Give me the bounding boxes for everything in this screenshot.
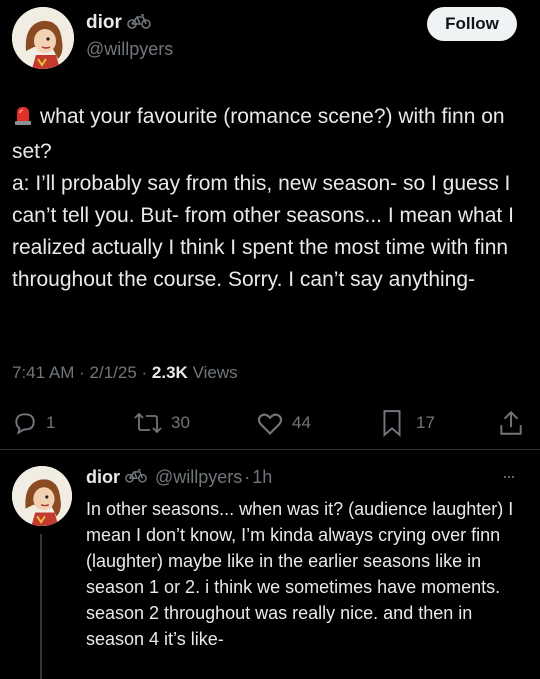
bicycle-icon	[125, 467, 147, 488]
reply-icon	[12, 410, 38, 436]
share-icon	[498, 409, 524, 437]
reply-text: In other seasons... when was it? (audien…	[86, 499, 514, 649]
post-text: what your favourite (romance scene?) wit…	[12, 101, 532, 296]
answer-line: a: I’ll probably say from this, new seas…	[12, 172, 514, 291]
question-line: what your favourite (romance scene?) wit…	[12, 105, 505, 163]
meta-separator: ·	[79, 363, 85, 382]
views-label: Views	[192, 363, 238, 382]
views-count: 2.3K	[151, 363, 188, 382]
author-name-row[interactable]: dior	[86, 12, 151, 34]
reply-count: 1	[46, 413, 56, 432]
author-handle[interactable]: @willpyers	[86, 39, 173, 60]
like-count: 44	[292, 413, 311, 432]
reply-author-avatar[interactable]	[12, 466, 72, 526]
bookmark-icon	[381, 409, 403, 437]
author-avatar[interactable]	[12, 7, 74, 69]
avatar-illustration	[12, 7, 74, 69]
repost-button[interactable]: 30	[133, 407, 190, 439]
follow-button[interactable]: Follow	[427, 7, 517, 41]
author-display-name[interactable]: dior	[86, 12, 122, 34]
repost-icon	[133, 410, 163, 436]
thread-line	[40, 534, 42, 679]
post-time[interactable]: 7:41 AM	[12, 363, 74, 382]
reply-header: dior @willpyers · 1h	[86, 467, 272, 488]
repost-count: 30	[171, 413, 190, 432]
share-button[interactable]	[498, 407, 524, 439]
divider	[0, 449, 540, 450]
avatar-illustration	[12, 466, 72, 526]
reply-author-name[interactable]: dior	[86, 467, 120, 488]
police-light-icon	[12, 104, 34, 136]
more-options-button[interactable]: ···	[502, 466, 516, 487]
bookmark-count: 17	[416, 413, 435, 432]
bookmark-button[interactable]: 17	[381, 407, 435, 439]
reply-time[interactable]: 1h	[252, 467, 272, 488]
bicycle-icon	[127, 13, 151, 34]
reply-separator: ·	[244, 467, 251, 487]
heart-icon	[256, 410, 284, 436]
reply-author-handle[interactable]: @willpyers	[155, 467, 242, 488]
reply-button[interactable]: 1	[12, 407, 55, 439]
post-meta: 7:41 AM · 2/1/25 · 2.3K Views	[12, 363, 238, 383]
post-date[interactable]: 2/1/25	[90, 363, 137, 382]
meta-separator: ·	[141, 363, 148, 382]
like-button[interactable]: 44	[256, 407, 311, 439]
